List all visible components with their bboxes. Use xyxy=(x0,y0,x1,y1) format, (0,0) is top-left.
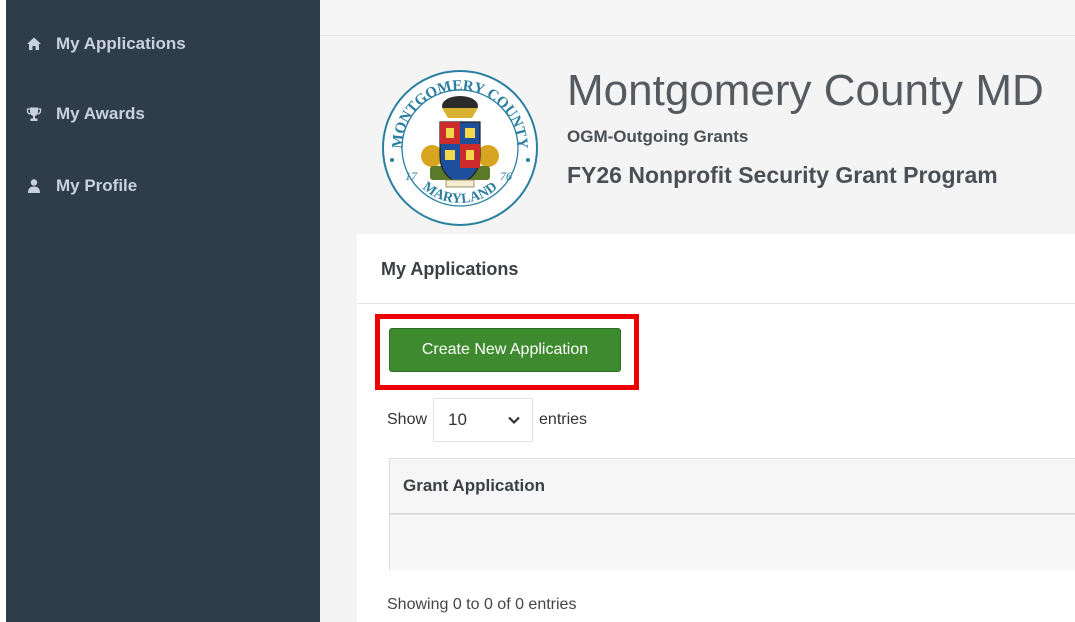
table-row xyxy=(390,516,1075,570)
my-applications-panel: My Applications Create New Application S… xyxy=(357,234,1075,622)
trophy-icon xyxy=(26,106,42,122)
show-label: Show xyxy=(387,411,428,428)
sidebar-item-my-profile[interactable]: My Profile xyxy=(26,172,137,200)
svg-text:76: 76 xyxy=(500,169,512,183)
panel-title: My Applications xyxy=(381,259,519,279)
top-bar xyxy=(320,0,1075,36)
sidebar-item-label: My Applications xyxy=(56,34,186,53)
table-header-grant-application[interactable]: Grant Application xyxy=(390,459,1075,515)
create-new-application-button[interactable]: Create New Application xyxy=(389,328,621,372)
svg-text:17: 17 xyxy=(405,169,418,183)
county-seal-logo: MONTGOMERY COUNTY MARYLAND 17 76 xyxy=(380,68,540,228)
sidebar: My Applications My Awards My Profile xyxy=(6,0,320,622)
entries-per-page-select[interactable]: 10 xyxy=(433,398,534,442)
sidebar-item-label: My Profile xyxy=(56,176,138,195)
table-info-text: Showing 0 to 0 of 0 entries xyxy=(387,596,577,613)
organization-title: Montgomery County MD xyxy=(567,66,1044,115)
home-icon xyxy=(26,36,42,52)
entries-per-page-value: 10 xyxy=(448,410,467,429)
grant-applications-table: Grant Application xyxy=(389,458,1075,570)
sidebar-item-my-awards[interactable]: My Awards xyxy=(26,100,145,128)
column-header-label: Grant Application xyxy=(403,476,545,495)
program-title: FY26 Nonprofit Security Grant Program xyxy=(567,162,998,188)
main-content: MONTGOMERY COUNTY MARYLAND 17 76 Montgom… xyxy=(320,0,1075,622)
panel-header: My Applications xyxy=(357,234,1075,304)
chevron-down-icon xyxy=(506,412,522,428)
entries-length-control: Show 10 entries xyxy=(387,398,587,442)
user-icon xyxy=(26,178,42,194)
sidebar-item-my-applications[interactable]: My Applications xyxy=(26,30,186,58)
sidebar-item-label: My Awards xyxy=(56,104,145,123)
organization-subtitle: OGM-Outgoing Grants xyxy=(567,127,749,146)
entries-label: entries xyxy=(539,411,588,428)
